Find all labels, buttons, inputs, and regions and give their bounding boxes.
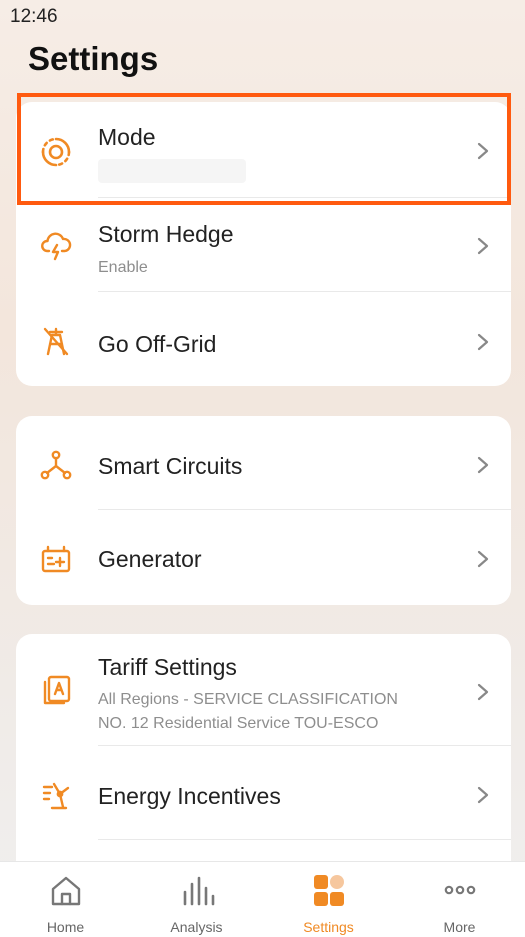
settings-item-label: Mode: [98, 124, 156, 150]
settings-item-energy-incentives[interactable]: Energy Incentives: [16, 746, 511, 840]
settings-group-tariff: Tariff Settings All Regions - SERVICE CL…: [16, 634, 511, 894]
tariff-icon: [40, 674, 72, 706]
tab-settings[interactable]: Settings: [263, 862, 394, 937]
tab-label: Home: [46, 919, 85, 935]
settings-item-smart-circuits[interactable]: Smart Circuits: [16, 416, 511, 510]
settings-item-label: Smart Circuits: [98, 453, 243, 479]
settings-item-storm-hedge[interactable]: Storm Hedge Enable: [16, 198, 511, 292]
tab-home[interactable]: Home: [0, 862, 131, 937]
settings-item-subtitle-line2: NO. 12 Residential Service TOU-ESCO: [98, 715, 379, 732]
chevron-right-icon: [475, 332, 491, 352]
settings-group-devices: Smart Circuits Generator: [16, 416, 511, 605]
settings-item-label: Go Off-Grid: [98, 331, 217, 357]
chevron-right-icon: [475, 455, 491, 475]
analysis-icon: [179, 874, 215, 908]
chevron-right-icon: [475, 141, 491, 161]
tab-label: Settings: [303, 919, 354, 935]
bottom-tab-bar: Home Analysis Settings More: [0, 861, 525, 937]
tab-analysis[interactable]: Analysis: [131, 862, 262, 937]
generator-icon: [40, 543, 72, 575]
settings-item-subtitle: Enable: [98, 259, 148, 276]
settings-item-subtitle-line1: All Regions - SERVICE CLASSIFICATION: [98, 691, 398, 708]
settings-group-energy: Mode Storm Hedge Enable Go Off-Grid: [16, 102, 511, 386]
settings-item-label: Energy Incentives: [98, 783, 281, 809]
settings-item-tariff-settings[interactable]: Tariff Settings All Regions - SERVICE CL…: [16, 634, 511, 746]
chevron-right-icon: [475, 785, 491, 805]
tab-more[interactable]: More: [394, 862, 525, 937]
more-icon: [442, 874, 478, 908]
settings-item-generator[interactable]: Generator: [16, 510, 511, 605]
tab-label: Analysis: [170, 919, 223, 935]
page-title: Settings: [28, 40, 159, 77]
settings-item-label: Storm Hedge: [98, 221, 234, 247]
energy-incentives-icon: [40, 779, 72, 811]
divider: [98, 839, 511, 840]
status-time: 12:46: [10, 6, 58, 27]
off-grid-icon: [40, 325, 72, 357]
tab-label: More: [443, 919, 476, 935]
settings-grid-icon: [311, 874, 347, 908]
home-icon: [48, 874, 84, 908]
settings-item-go-off-grid[interactable]: Go Off-Grid: [16, 292, 511, 386]
chevron-right-icon: [475, 236, 491, 256]
smart-circuits-icon: [40, 449, 72, 481]
chevron-right-icon: [475, 549, 491, 569]
mode-value-placeholder: [98, 159, 246, 183]
storm-cloud-icon: [40, 229, 72, 261]
chevron-right-icon: [475, 682, 491, 702]
settings-item-mode[interactable]: Mode: [16, 102, 511, 198]
settings-item-label: Generator: [98, 546, 202, 572]
settings-item-label: Tariff Settings: [98, 654, 237, 680]
mode-icon: [40, 136, 72, 168]
